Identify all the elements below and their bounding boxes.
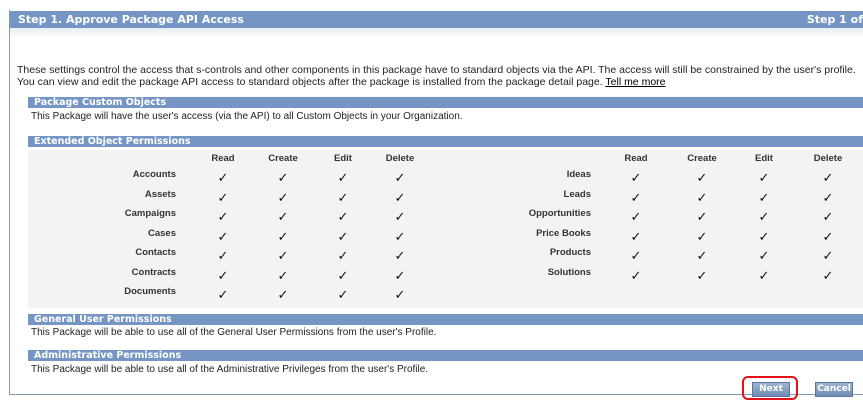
check-icon: ✓ <box>394 209 406 224</box>
check-icon: ✓ <box>822 170 834 185</box>
check-icon: ✓ <box>217 248 229 263</box>
check-icon: ✓ <box>277 189 289 205</box>
cancel-button[interactable]: Cancel <box>815 382 853 397</box>
object-label-documents: Documents <box>124 286 176 297</box>
check-icon: ✓ <box>696 228 708 244</box>
check-icon: ✓ <box>758 267 770 283</box>
check-icon: ✓ <box>217 209 229 224</box>
check-icon: ✓ <box>217 170 229 185</box>
check-icon: ✓ <box>630 267 642 283</box>
check-icon: ✓ <box>277 267 289 283</box>
check-icon: ✓ <box>277 248 289 263</box>
object-label-opportunities: Opportunities <box>528 208 591 219</box>
section-header-general-user-permissions: General User Permissions <box>28 314 863 325</box>
check-icon: ✓ <box>337 209 349 224</box>
check-icon: ✓ <box>277 170 289 185</box>
check-icon: ✓ <box>337 267 349 283</box>
intro-text: These settings control the access that s… <box>17 64 856 88</box>
check-icon: ✓ <box>758 248 770 263</box>
step-indicator: Step 1 of <box>806 13 863 26</box>
check-icon: ✓ <box>696 189 708 205</box>
col-header-right-edit: Edit <box>755 153 773 164</box>
object-label-price-books: Price Books <box>536 227 591 239</box>
col-header-left-create: Create <box>268 153 298 164</box>
section-header-extended-permissions: Extended Object Permissions <box>28 136 863 147</box>
check-icon: ✓ <box>630 189 642 205</box>
object-label-products: Products <box>549 247 591 258</box>
general-permissions-text: This Package will be able to use all of … <box>31 327 437 338</box>
check-icon: ✓ <box>822 209 834 224</box>
check-icon: ✓ <box>337 170 349 185</box>
section-header-custom-objects: Package Custom Objects <box>28 97 863 108</box>
check-icon: ✓ <box>277 228 289 244</box>
check-icon: ✓ <box>696 248 708 263</box>
step-header: Step 1. Approve Package API Access Step … <box>10 11 863 28</box>
check-icon: ✓ <box>394 189 406 205</box>
object-label-ideas: Ideas <box>566 169 591 180</box>
check-icon: ✓ <box>394 170 406 185</box>
col-header-left-delete: Delete <box>385 153 415 164</box>
check-icon: ✓ <box>277 287 289 302</box>
object-label-contracts: Contracts <box>131 266 176 278</box>
col-header-right-read: Read <box>624 153 648 164</box>
check-icon: ✓ <box>822 228 834 244</box>
step-subheader-band <box>10 28 863 38</box>
check-icon: ✓ <box>696 267 708 283</box>
administrative-permissions-text: This Package will be able to use all of … <box>31 364 429 375</box>
check-icon: ✓ <box>337 228 349 244</box>
check-icon: ✓ <box>217 267 229 283</box>
check-icon: ✓ <box>822 267 834 283</box>
check-icon: ✓ <box>758 189 770 205</box>
check-icon: ✓ <box>630 228 642 244</box>
check-icon: ✓ <box>217 189 229 205</box>
check-icon: ✓ <box>217 287 229 302</box>
check-icon: ✓ <box>630 170 642 185</box>
custom-objects-text: This Package will have the user's access… <box>31 111 463 122</box>
step-title: Step 1. Approve Package API Access <box>18 13 244 26</box>
check-icon: ✓ <box>394 248 406 263</box>
col-header-left-read: Read <box>211 153 235 164</box>
check-icon: ✓ <box>277 209 289 224</box>
check-icon: ✓ <box>394 228 406 244</box>
check-icon: ✓ <box>696 170 708 185</box>
check-icon: ✓ <box>337 287 349 302</box>
col-header-right-create: Create <box>687 153 717 164</box>
check-icon: ✓ <box>394 287 406 302</box>
object-label-solutions: Solutions <box>547 266 591 278</box>
intro-paragraph: These settings control the access that s… <box>17 64 862 88</box>
check-icon: ✓ <box>337 189 349 205</box>
object-label-assets: Assets <box>144 188 176 200</box>
check-icon: ✓ <box>337 248 349 263</box>
object-label-campaigns: Campaigns <box>124 208 176 219</box>
check-icon: ✓ <box>630 209 642 224</box>
check-icon: ✓ <box>758 170 770 185</box>
check-icon: ✓ <box>217 228 229 244</box>
check-icon: ✓ <box>822 189 834 205</box>
check-icon: ✓ <box>758 209 770 224</box>
col-header-right-delete: Delete <box>813 153 843 164</box>
check-icon: ✓ <box>630 248 642 263</box>
check-icon: ✓ <box>822 248 834 263</box>
tell-me-more-link[interactable]: Tell me more <box>605 76 665 88</box>
check-icon: ✓ <box>696 209 708 224</box>
check-icon: ✓ <box>758 228 770 244</box>
object-label-cases: Cases <box>148 227 176 239</box>
extended-permissions-table: Read Read Create Create Edit Edit Delete Delete… <box>28 150 863 308</box>
object-label-contacts: Contacts <box>135 247 176 258</box>
section-header-administrative-permissions: Administrative Permissions <box>28 350 863 361</box>
col-header-left-edit: Edit <box>334 153 352 164</box>
object-label-leads: Leads <box>563 188 591 200</box>
next-button-highlight <box>742 376 798 400</box>
object-label-accounts: Accounts <box>132 169 176 180</box>
check-icon: ✓ <box>394 267 406 283</box>
